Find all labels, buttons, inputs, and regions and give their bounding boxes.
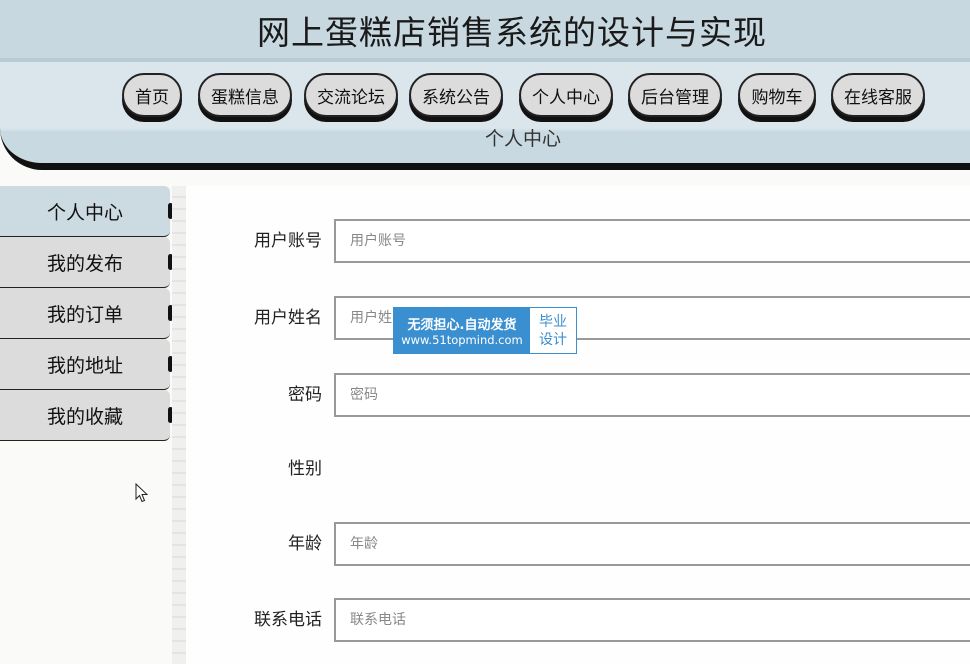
profile-form: 用户账号 用户姓名 密码 性别 年龄 联系电话 <box>186 186 970 664</box>
nav-item-announcements[interactable]: 系统公告 <box>409 73 503 117</box>
decorative-border <box>172 186 186 664</box>
watermark-line1: 无须担心.自动发货 <box>407 318 517 333</box>
password-input[interactable] <box>334 373 970 417</box>
watermark-right2: 设计 <box>539 331 567 348</box>
form-row-age: 年龄 <box>186 522 970 566</box>
watermark-badge: 无须担心.自动发货 www.51topmind.com 毕业 设计 <box>393 307 577 354</box>
nav-item-cart[interactable]: 购物车 <box>738 73 816 117</box>
gender-label: 性别 <box>288 459 322 479</box>
watermark-right1: 毕业 <box>539 313 567 330</box>
sidebar-item-my-orders[interactable]: 我的订单 <box>0 288 173 339</box>
sidebar-item-my-posts[interactable]: 我的发布 <box>0 237 173 288</box>
account-label: 用户账号 <box>254 231 322 251</box>
page: 网上蛋糕店销售系统的设计与实现 首页 蛋糕信息 交流论坛 系统公告 个人中心 后… <box>0 0 970 664</box>
phone-input[interactable] <box>334 598 970 642</box>
nav-item-forum[interactable]: 交流论坛 <box>304 73 398 117</box>
age-label: 年龄 <box>288 534 322 554</box>
nav-item-customer-service[interactable]: 在线客服 <box>831 73 925 117</box>
watermark-line2: www.51topmind.com <box>401 333 523 347</box>
sidebar-item-personal-center[interactable]: 个人中心 <box>0 186 173 237</box>
form-row-password: 密码 <box>186 373 970 417</box>
sidebar-item-my-favorites[interactable]: 我的收藏 <box>0 390 173 441</box>
site-header: 网上蛋糕店销售系统的设计与实现 首页 蛋糕信息 交流论坛 系统公告 个人中心 后… <box>0 0 970 170</box>
nav-item-personal-center[interactable]: 个人中心 <box>519 73 613 117</box>
age-input[interactable] <box>334 522 970 566</box>
sidebar: 个人中心 我的发布 我的订单 我的地址 我的收藏 <box>0 186 173 441</box>
mouse-cursor-icon <box>135 483 149 503</box>
watermark-left: 无须担心.自动发货 www.51topmind.com <box>394 308 530 353</box>
watermark-right: 毕业 设计 <box>530 308 576 353</box>
name-label: 用户姓名 <box>254 308 322 328</box>
page-subtitle: 个人中心 <box>484 128 561 150</box>
form-row-gender: 性别 <box>186 447 970 491</box>
form-row-phone: 联系电话 <box>186 598 970 642</box>
form-row-name: 用户姓名 <box>186 296 970 340</box>
account-input[interactable] <box>334 219 970 263</box>
nav-item-cake-info[interactable]: 蛋糕信息 <box>198 73 292 117</box>
password-label: 密码 <box>288 385 322 405</box>
phone-label: 联系电话 <box>254 610 322 630</box>
form-row-account: 用户账号 <box>186 219 970 263</box>
site-title: 网上蛋糕店销售系统的设计与实现 <box>257 13 767 52</box>
nav-item-home[interactable]: 首页 <box>122 73 182 117</box>
nav-item-admin[interactable]: 后台管理 <box>628 73 722 117</box>
sidebar-item-my-addresses[interactable]: 我的地址 <box>0 339 173 390</box>
